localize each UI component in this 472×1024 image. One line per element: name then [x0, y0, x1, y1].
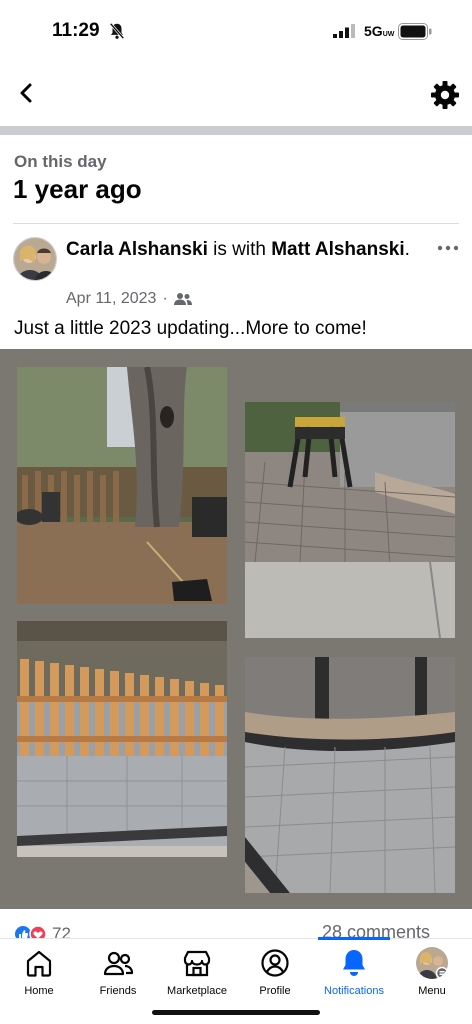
section-divider [0, 126, 472, 135]
signal-icon [333, 24, 355, 38]
network-label: 5GUW [364, 23, 395, 39]
collage-photo[interactable] [245, 657, 455, 893]
nav-label: Profile [259, 985, 291, 997]
nav-home[interactable]: Home [0, 947, 79, 1003]
collage-photo[interactable] [245, 402, 455, 638]
menu-avatar [416, 947, 448, 979]
collage-photo[interactable] [17, 621, 227, 857]
status-time: 11:29 [52, 20, 100, 41]
nav-label: Notifications [324, 985, 384, 997]
nav-marketplace[interactable]: Marketplace [157, 947, 237, 1003]
top-bar [0, 62, 472, 126]
active-tab-indicator [318, 937, 390, 940]
with-text: is with [213, 239, 266, 260]
post-meta: Apr 11, 2023 · [66, 290, 192, 308]
chevron-left-icon[interactable] [12, 78, 42, 108]
profile-icon [261, 949, 289, 977]
battery-icon [398, 23, 432, 40]
nav-label: Home [24, 985, 54, 997]
nav-notifications[interactable]: Notifications [314, 947, 394, 1003]
post-text: Just a little 2023 updating...More to co… [14, 318, 367, 339]
status-bar: 11:29 5GUW [0, 0, 472, 62]
post-author-line: Carla Alshanski is with Matt Alshanski. [66, 239, 410, 260]
gear-icon[interactable] [428, 78, 462, 112]
marketplace-icon [183, 950, 211, 977]
photo-collage[interactable] [0, 349, 472, 909]
memory-subtitle: On this day [14, 152, 107, 171]
avatar[interactable] [13, 237, 57, 281]
nav-label: Marketplace [167, 985, 227, 997]
nav-label: Friends [99, 985, 137, 997]
friends-icon [173, 293, 192, 305]
author-name[interactable]: Carla Alshanski [66, 239, 208, 260]
nav-label: Menu [418, 985, 446, 997]
bell-icon [343, 950, 365, 976]
nav-menu[interactable]: Menu [392, 947, 472, 1003]
home-indicator[interactable] [152, 1010, 320, 1015]
tagged-name[interactable]: Matt Alshanski [271, 239, 404, 260]
memory-title: 1 year ago [13, 174, 142, 204]
bell-off-icon [109, 22, 125, 40]
friends-icon [103, 951, 134, 976]
nav-friends[interactable]: Friends [78, 947, 158, 1003]
collage-photo[interactable] [17, 367, 227, 604]
nav-profile[interactable]: Profile [235, 947, 315, 1003]
more-options-icon[interactable] [436, 236, 460, 260]
meta-separator: · [162, 290, 168, 307]
divider [13, 223, 459, 224]
home-icon [26, 950, 52, 977]
post-date[interactable]: Apr 11, 2023 [66, 290, 156, 308]
